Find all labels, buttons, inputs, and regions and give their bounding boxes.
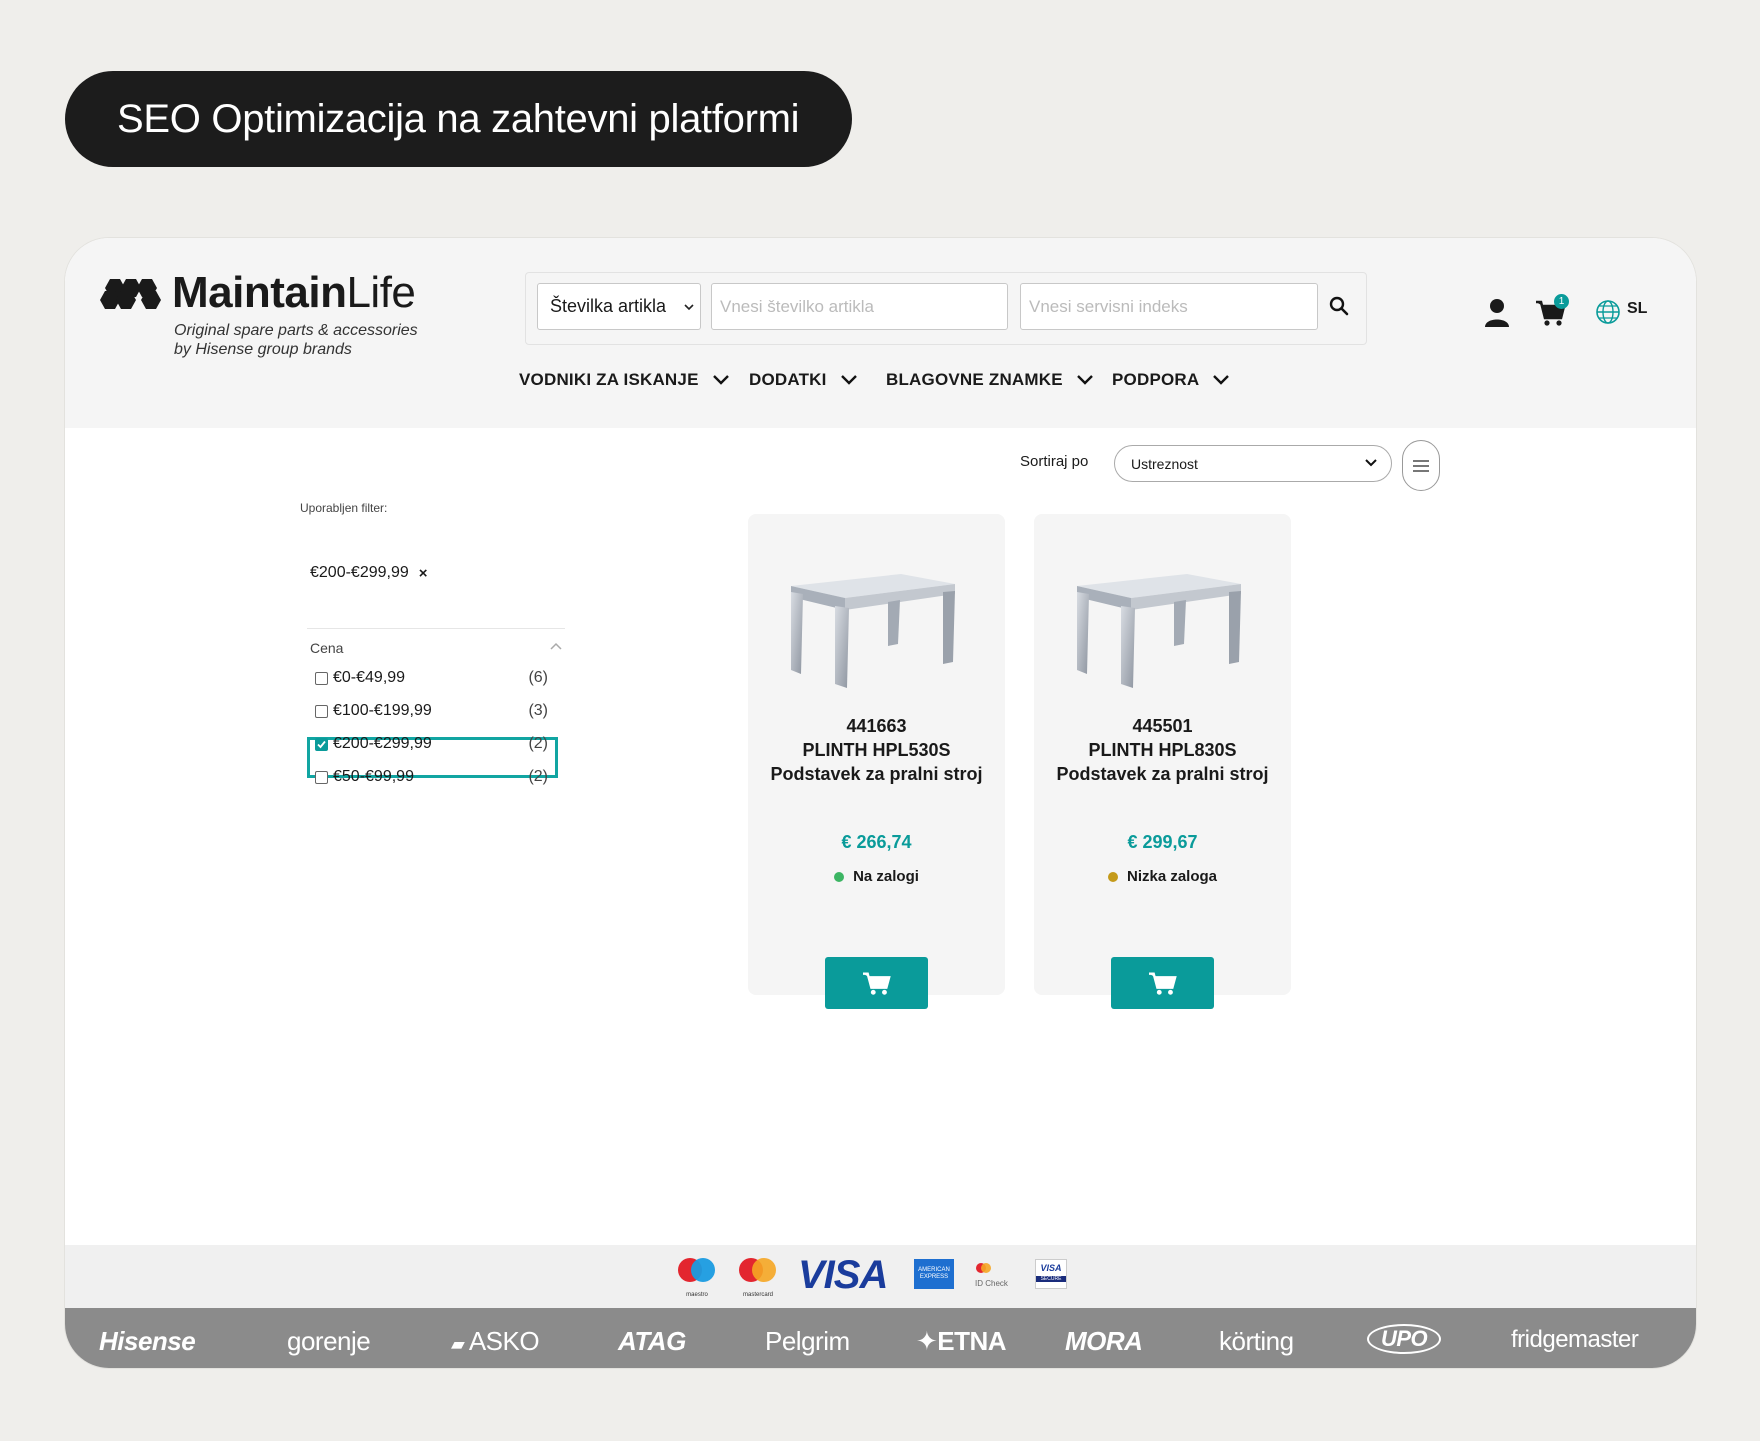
visa-logo: VISA (798, 1253, 888, 1297)
banner-title: SEO Optimizacija na zahtevni platformi (65, 71, 852, 167)
add-to-cart-button[interactable] (825, 957, 928, 1009)
view-toggle-button[interactable] (1402, 440, 1440, 491)
logo[interactable]: MaintainLife (100, 268, 416, 318)
product-title[interactable]: 445501 PLINTH HPL830S Podstavek za praln… (1034, 714, 1291, 786)
amex-logo: AMERICAN EXPRESS (914, 1259, 954, 1289)
brand-upo[interactable]: UPO (1367, 1324, 1442, 1354)
stock-status: Nizka zaloga (1034, 868, 1291, 885)
chevron-down-icon (684, 304, 694, 311)
applied-filter-title: Uporabljen filter: (300, 501, 388, 515)
search-bar: Številka artikla Vnesi številko artikla … (525, 272, 1367, 345)
stock-status: Na zalogi (748, 868, 1005, 885)
menu-icon (1413, 459, 1429, 472)
brand-atag[interactable]: ATAG (618, 1326, 686, 1357)
nav-item-dodatki[interactable]: DODATKI (749, 370, 857, 390)
filter-option[interactable]: €100-€199,99 (3) (315, 698, 548, 724)
cart-icon (862, 972, 891, 995)
nav-item-blagovne-znamke[interactable]: BLAGOVNE ZNAMKE (886, 370, 1093, 390)
chevron-down-icon (1076, 375, 1093, 385)
globe-icon[interactable] (1595, 299, 1621, 325)
applied-filter-chip: €200-€299,99 × (310, 564, 428, 582)
chevron-down-icon (712, 375, 729, 385)
nav-item-vodniki[interactable]: VODNIKI ZA ISKANJE (519, 370, 729, 390)
filter-group-title[interactable]: Cena (310, 640, 343, 656)
chevron-down-icon (1213, 375, 1230, 385)
nav-item-podpora[interactable]: PODPORA (1112, 370, 1230, 390)
add-to-cart-button[interactable] (1111, 957, 1214, 1009)
asko-icon: ▰ (451, 1334, 469, 1354)
brand-etna[interactable]: ✦ETNA (916, 1326, 1007, 1357)
article-number-input[interactable]: Vnesi številko artikla (711, 283, 1008, 330)
tagline: Original spare parts & accessories by Hi… (174, 322, 418, 358)
brand-gorenje[interactable]: gorenje (287, 1326, 371, 1357)
product-image (791, 574, 955, 688)
stock-dot (834, 871, 845, 882)
product-price: € 299,67 (1127, 832, 1198, 852)
close-icon[interactable]: × (419, 565, 428, 582)
service-index-input[interactable]: Vnesi servisni indeks (1020, 283, 1318, 330)
logo-text: MaintainLife (172, 268, 416, 317)
product-image (1077, 574, 1241, 688)
id-check-logo: ID Check (975, 1261, 1008, 1288)
checkbox[interactable] (315, 770, 328, 784)
product-card[interactable]: 445501 PLINTH HPL830S Podstavek za praln… (1034, 514, 1291, 1009)
brand-mora[interactable]: MORA (1065, 1326, 1143, 1357)
brand-korting[interactable]: körting (1219, 1326, 1294, 1357)
user-icon[interactable] (1484, 298, 1510, 328)
payment-methods: maestro mastercard VISA AMERICAN EXPRESS… (65, 1245, 1696, 1308)
logo-mark-icon (100, 279, 161, 309)
brand-hisense[interactable]: Hisense (99, 1326, 196, 1357)
checkbox[interactable] (315, 704, 328, 718)
product-card[interactable]: 441663 PLINTH HPL530S Podstavek za praln… (748, 514, 1005, 1009)
sort-label: Sortiraj po (1020, 453, 1089, 470)
filter-option[interactable]: €0-€49,99 (6) (315, 665, 548, 691)
check-icon (317, 740, 326, 748)
maestro-logo: maestro (675, 1257, 719, 1298)
checkbox[interactable] (315, 737, 328, 751)
etna-icon: ✦ (916, 1326, 938, 1356)
stock-dot (1107, 871, 1118, 882)
cart-count-badge: 1 (1554, 294, 1569, 309)
browser-frame: MaintainLife Original spare parts & acce… (65, 238, 1696, 1368)
checkbox[interactable] (315, 671, 328, 685)
brand-fridgemaster[interactable]: fridgemaster (1511, 1326, 1639, 1354)
sort-select[interactable]: Ustreznost (1114, 445, 1392, 482)
brand-pelgrim[interactable]: Pelgrim (765, 1326, 850, 1357)
mastercard-logo: mastercard (736, 1257, 780, 1298)
cart-link[interactable]: 1 (1534, 294, 1569, 333)
search-type-select[interactable]: Številka artikla (537, 283, 701, 330)
brand-bar: Hisense gorenje ▰ ASKO ATAG Pelgrim ✦ETN… (65, 1308, 1696, 1368)
product-title[interactable]: 441663 PLINTH HPL530S Podstavek za praln… (748, 714, 1005, 786)
product-price: € 266,74 (841, 832, 912, 852)
chevron-down-icon (1365, 459, 1377, 467)
cart-icon (1148, 972, 1177, 995)
search-icon[interactable] (1328, 295, 1350, 317)
divider (307, 628, 565, 629)
chevron-down-icon (840, 375, 857, 385)
filter-option[interactable]: €50-€99,99 (2) (315, 764, 548, 790)
brand-asko[interactable]: ▰ ASKO (451, 1326, 540, 1357)
language-label[interactable]: SL (1627, 300, 1647, 318)
chevron-up-icon[interactable] (550, 642, 562, 650)
visa-secure-logo: VISA SECURE (1035, 1259, 1067, 1289)
site-header: MaintainLife Original spare parts & acce… (65, 238, 1696, 428)
filter-option[interactable]: €200-€299,99 (2) (315, 731, 548, 757)
